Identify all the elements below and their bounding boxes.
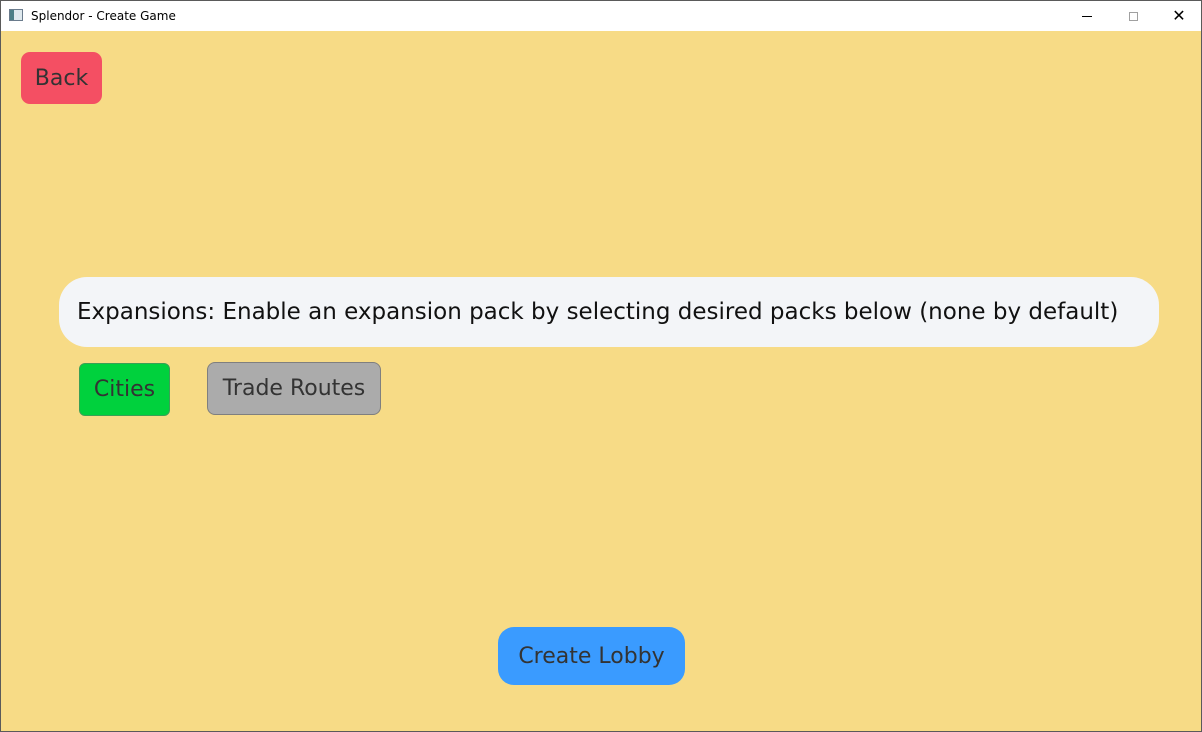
app-window: Splendor - Create Game ✕ Back Expansions… (0, 0, 1202, 732)
maximize-button[interactable] (1110, 1, 1156, 31)
app-icon (9, 9, 23, 21)
expansion-cities-button[interactable]: Cities (79, 363, 170, 416)
back-button[interactable]: Back (21, 52, 102, 104)
create-game-panel: Back Expansions: Enable an expansion pac… (1, 31, 1201, 731)
minimize-button[interactable] (1064, 1, 1110, 31)
title-bar: Splendor - Create Game ✕ (1, 1, 1201, 31)
close-button[interactable]: ✕ (1156, 1, 1201, 31)
close-icon: ✕ (1172, 6, 1186, 25)
expansions-info: Expansions: Enable an expansion pack by … (59, 277, 1159, 347)
create-lobby-button[interactable]: Create Lobby (498, 627, 685, 685)
expansion-trade-routes-button[interactable]: Trade Routes (207, 362, 381, 415)
window-title: Splendor - Create Game (31, 9, 176, 23)
maximize-icon (1128, 11, 1138, 21)
minimize-icon (1082, 15, 1092, 17)
